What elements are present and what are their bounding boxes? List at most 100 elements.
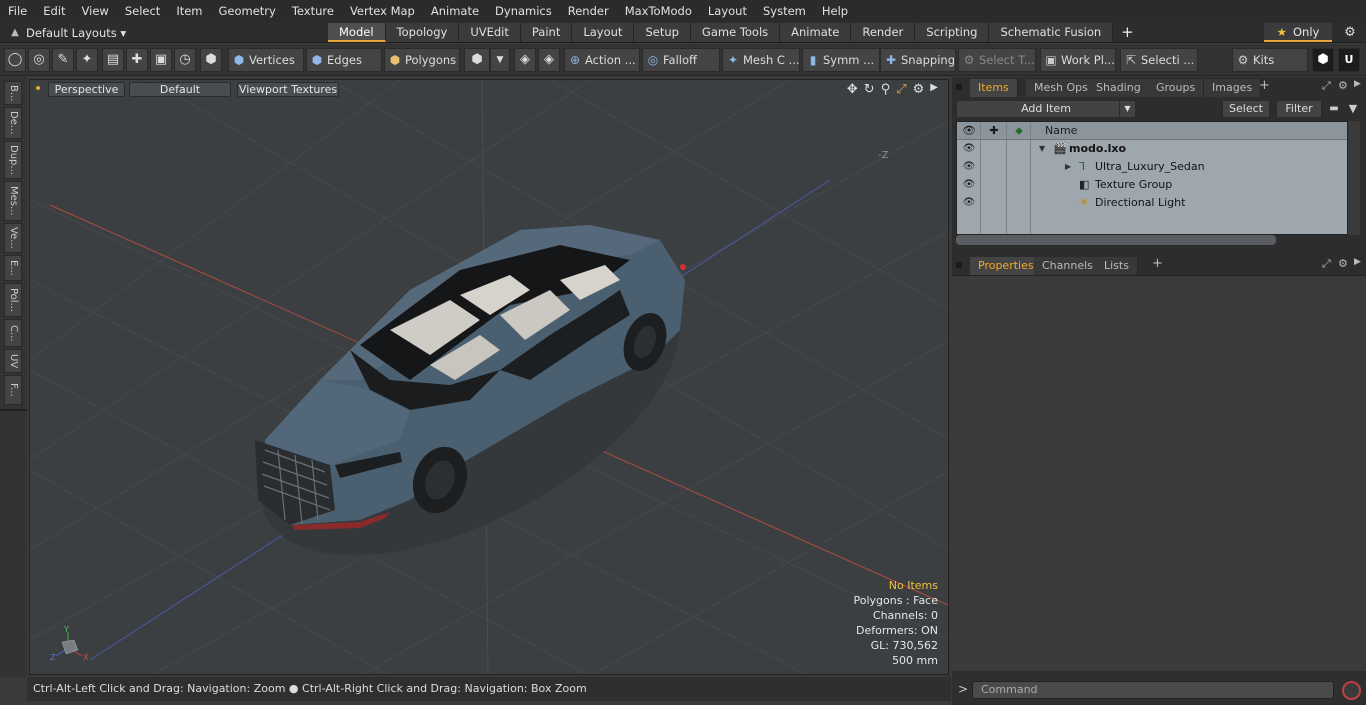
props-add-tab-plus-icon[interactable]: + [1152, 256, 1163, 271]
viewport-canvas[interactable] [30, 80, 949, 675]
sculpt-shield-icon[interactable]: ◈ [538, 48, 560, 72]
tab-paint[interactable]: Paint [520, 23, 573, 42]
left-tab-6[interactable]: Pol... [4, 283, 22, 317]
globe-icon[interactable]: ◎ [28, 48, 50, 72]
items-tab-items[interactable]: Items [970, 79, 1018, 97]
left-tab-8[interactable]: UV [4, 349, 22, 373]
props-panel-menu-icon[interactable] [956, 262, 962, 268]
selection-sets-button[interactable]: ⇱ Selecti ... [1120, 48, 1198, 72]
eye-icon[interactable]: 👁 [961, 194, 977, 212]
brush-icon[interactable]: ✦ [76, 48, 98, 72]
tab-scripting[interactable]: Scripting [915, 23, 990, 42]
left-tab-4[interactable]: Ve... [4, 223, 22, 253]
left-tab-1[interactable]: De... [4, 107, 22, 139]
cube-logo-icon[interactable]: ⬢ [1312, 48, 1334, 72]
square-icon[interactable]: ▣ [150, 48, 172, 72]
symmetry-shield-icon[interactable]: ◈ [514, 48, 536, 72]
rotate-icon[interactable]: ↻ [864, 82, 875, 97]
material-mode-icon[interactable]: ⬢ [464, 48, 490, 72]
lock-header-icon[interactable]: ✚ [981, 122, 1007, 140]
pen-icon[interactable]: ✎ [52, 48, 74, 72]
items-tab-mesh-ops[interactable]: Mesh Ops [1026, 79, 1097, 97]
add-item-dropdown-icon[interactable]: ▼ [1119, 101, 1135, 117]
props-tab-properties[interactable]: Properties [970, 257, 1043, 275]
collapse-triangle-icon[interactable]: ▼ [1039, 140, 1045, 158]
center-icon[interactable]: ✚ [126, 48, 148, 72]
item-mode-icon[interactable]: ⬢ [200, 48, 222, 72]
item-list-scrollbar[interactable] [1348, 121, 1360, 235]
name-column-header[interactable]: Name [1045, 122, 1077, 140]
layout-home-icon[interactable]: ▲ [4, 27, 26, 38]
props-arrow-icon[interactable]: ▶ [1354, 257, 1361, 267]
view-perspective-button[interactable]: Perspective [48, 82, 125, 97]
tab-topology[interactable]: Topology [385, 23, 460, 42]
eye-icon[interactable]: 👁 [961, 176, 977, 194]
eye-icon[interactable]: 👁 [961, 140, 977, 158]
filter-button[interactable]: Filter [1276, 100, 1322, 118]
menu-system[interactable]: System [755, 0, 814, 22]
items-tab-images[interactable]: Images [1204, 79, 1262, 97]
items-tab-shading[interactable]: Shading [1088, 79, 1150, 97]
add-layout-tab-plus-icon[interactable]: + [1113, 23, 1142, 42]
tab-schematic-fusion[interactable]: Schematic Fusion [989, 23, 1114, 42]
gear-icon[interactable]: ⚙ [1338, 23, 1362, 42]
pan-icon[interactable]: ✥ [847, 82, 858, 97]
type-header-icon[interactable]: ⬥ [1007, 122, 1031, 140]
select-mode-circle-icon[interactable]: ◯ [4, 48, 26, 72]
chevron-down-icon[interactable]: ▼ [490, 48, 510, 72]
maximize-icon[interactable]: ⤢ [896, 82, 906, 97]
props-tab-channels[interactable]: Channels [1034, 257, 1102, 275]
left-tab-5[interactable]: E... [4, 255, 22, 281]
command-input[interactable]: Command [972, 681, 1334, 699]
left-tab-3[interactable]: Mes... [4, 181, 22, 221]
viewport-expand-arrow-icon[interactable]: ▶ [930, 82, 938, 97]
menu-help[interactable]: Help [814, 0, 856, 22]
polygons-button[interactable]: ⬢ Polygons [384, 48, 460, 72]
panel-expand-icon[interactable]: ⤢ [1322, 79, 1331, 93]
tab-uvedit[interactable]: UVEdit [459, 23, 521, 42]
menu-dynamics[interactable]: Dynamics [487, 0, 560, 22]
add-item-button[interactable]: Add Item ▼ [956, 100, 1136, 118]
vertices-button[interactable]: ⬢ Vertices [228, 48, 304, 72]
menu-maxtomodo[interactable]: MaxToModo [617, 0, 700, 22]
menu-texture[interactable]: Texture [284, 0, 342, 22]
select-through-button[interactable]: ⚙ Select T... [958, 48, 1036, 72]
add-tab-plus-icon[interactable]: + [1259, 78, 1270, 93]
shading-default-button[interactable]: Default [129, 82, 231, 97]
work-plane-button[interactable]: ▣ Work Pl... [1040, 48, 1116, 72]
expand-triangle-icon[interactable]: ▶ [1065, 158, 1071, 176]
layout-selector[interactable]: ▲ Default Layouts ▾ [4, 24, 126, 41]
menu-animate[interactable]: Animate [423, 0, 487, 22]
snapping-button[interactable]: ✚ Snapping [880, 48, 956, 72]
visibility-header-eye-icon[interactable]: 👁 [957, 122, 981, 140]
clock-icon[interactable]: ◷ [174, 48, 196, 72]
kits-button[interactable]: ⚙ Kits [1232, 48, 1308, 72]
viewport-textures-button[interactable]: Viewport Textures [237, 82, 339, 97]
eye-icon[interactable]: 👁 [961, 158, 977, 176]
panel-gear-icon[interactable]: ⚙ [1338, 79, 1348, 92]
tab-model[interactable]: Model [328, 23, 386, 42]
edges-button[interactable]: ⬢ Edges [306, 48, 382, 72]
props-tab-lists[interactable]: Lists [1096, 257, 1138, 275]
left-tab-9[interactable]: F... [4, 375, 22, 405]
3d-viewport[interactable]: Perspective Default Viewport Textures ✥ … [29, 79, 949, 675]
menu-render[interactable]: Render [560, 0, 617, 22]
tab-layout[interactable]: Layout [572, 23, 635, 42]
action-center-button[interactable]: ⊕ Action ... [564, 48, 640, 72]
menu-edit[interactable]: Edit [35, 0, 73, 22]
panel-menu-icon[interactable] [956, 84, 962, 90]
panel-arrow-icon[interactable]: ▶ [1354, 79, 1361, 89]
menu-select[interactable]: Select [117, 0, 168, 22]
menu-item[interactable]: Item [168, 0, 210, 22]
menu-layout[interactable]: Layout [700, 0, 755, 22]
mesh-constraint-button[interactable]: ✦ Mesh C ... [722, 48, 800, 72]
menu-view[interactable]: View [74, 0, 117, 22]
menu-geometry[interactable]: Geometry [211, 0, 284, 22]
symmetry-button[interactable]: ▮ Symm ... [802, 48, 880, 72]
layers-icon[interactable]: ▤ [102, 48, 124, 72]
tab-setup[interactable]: Setup [634, 23, 691, 42]
viewport-menu-dot[interactable] [36, 86, 40, 90]
props-gear-icon[interactable]: ⚙ [1338, 257, 1348, 270]
record-macro-icon[interactable] [1342, 681, 1361, 700]
collapse-icon[interactable]: ▬ [1326, 100, 1342, 118]
